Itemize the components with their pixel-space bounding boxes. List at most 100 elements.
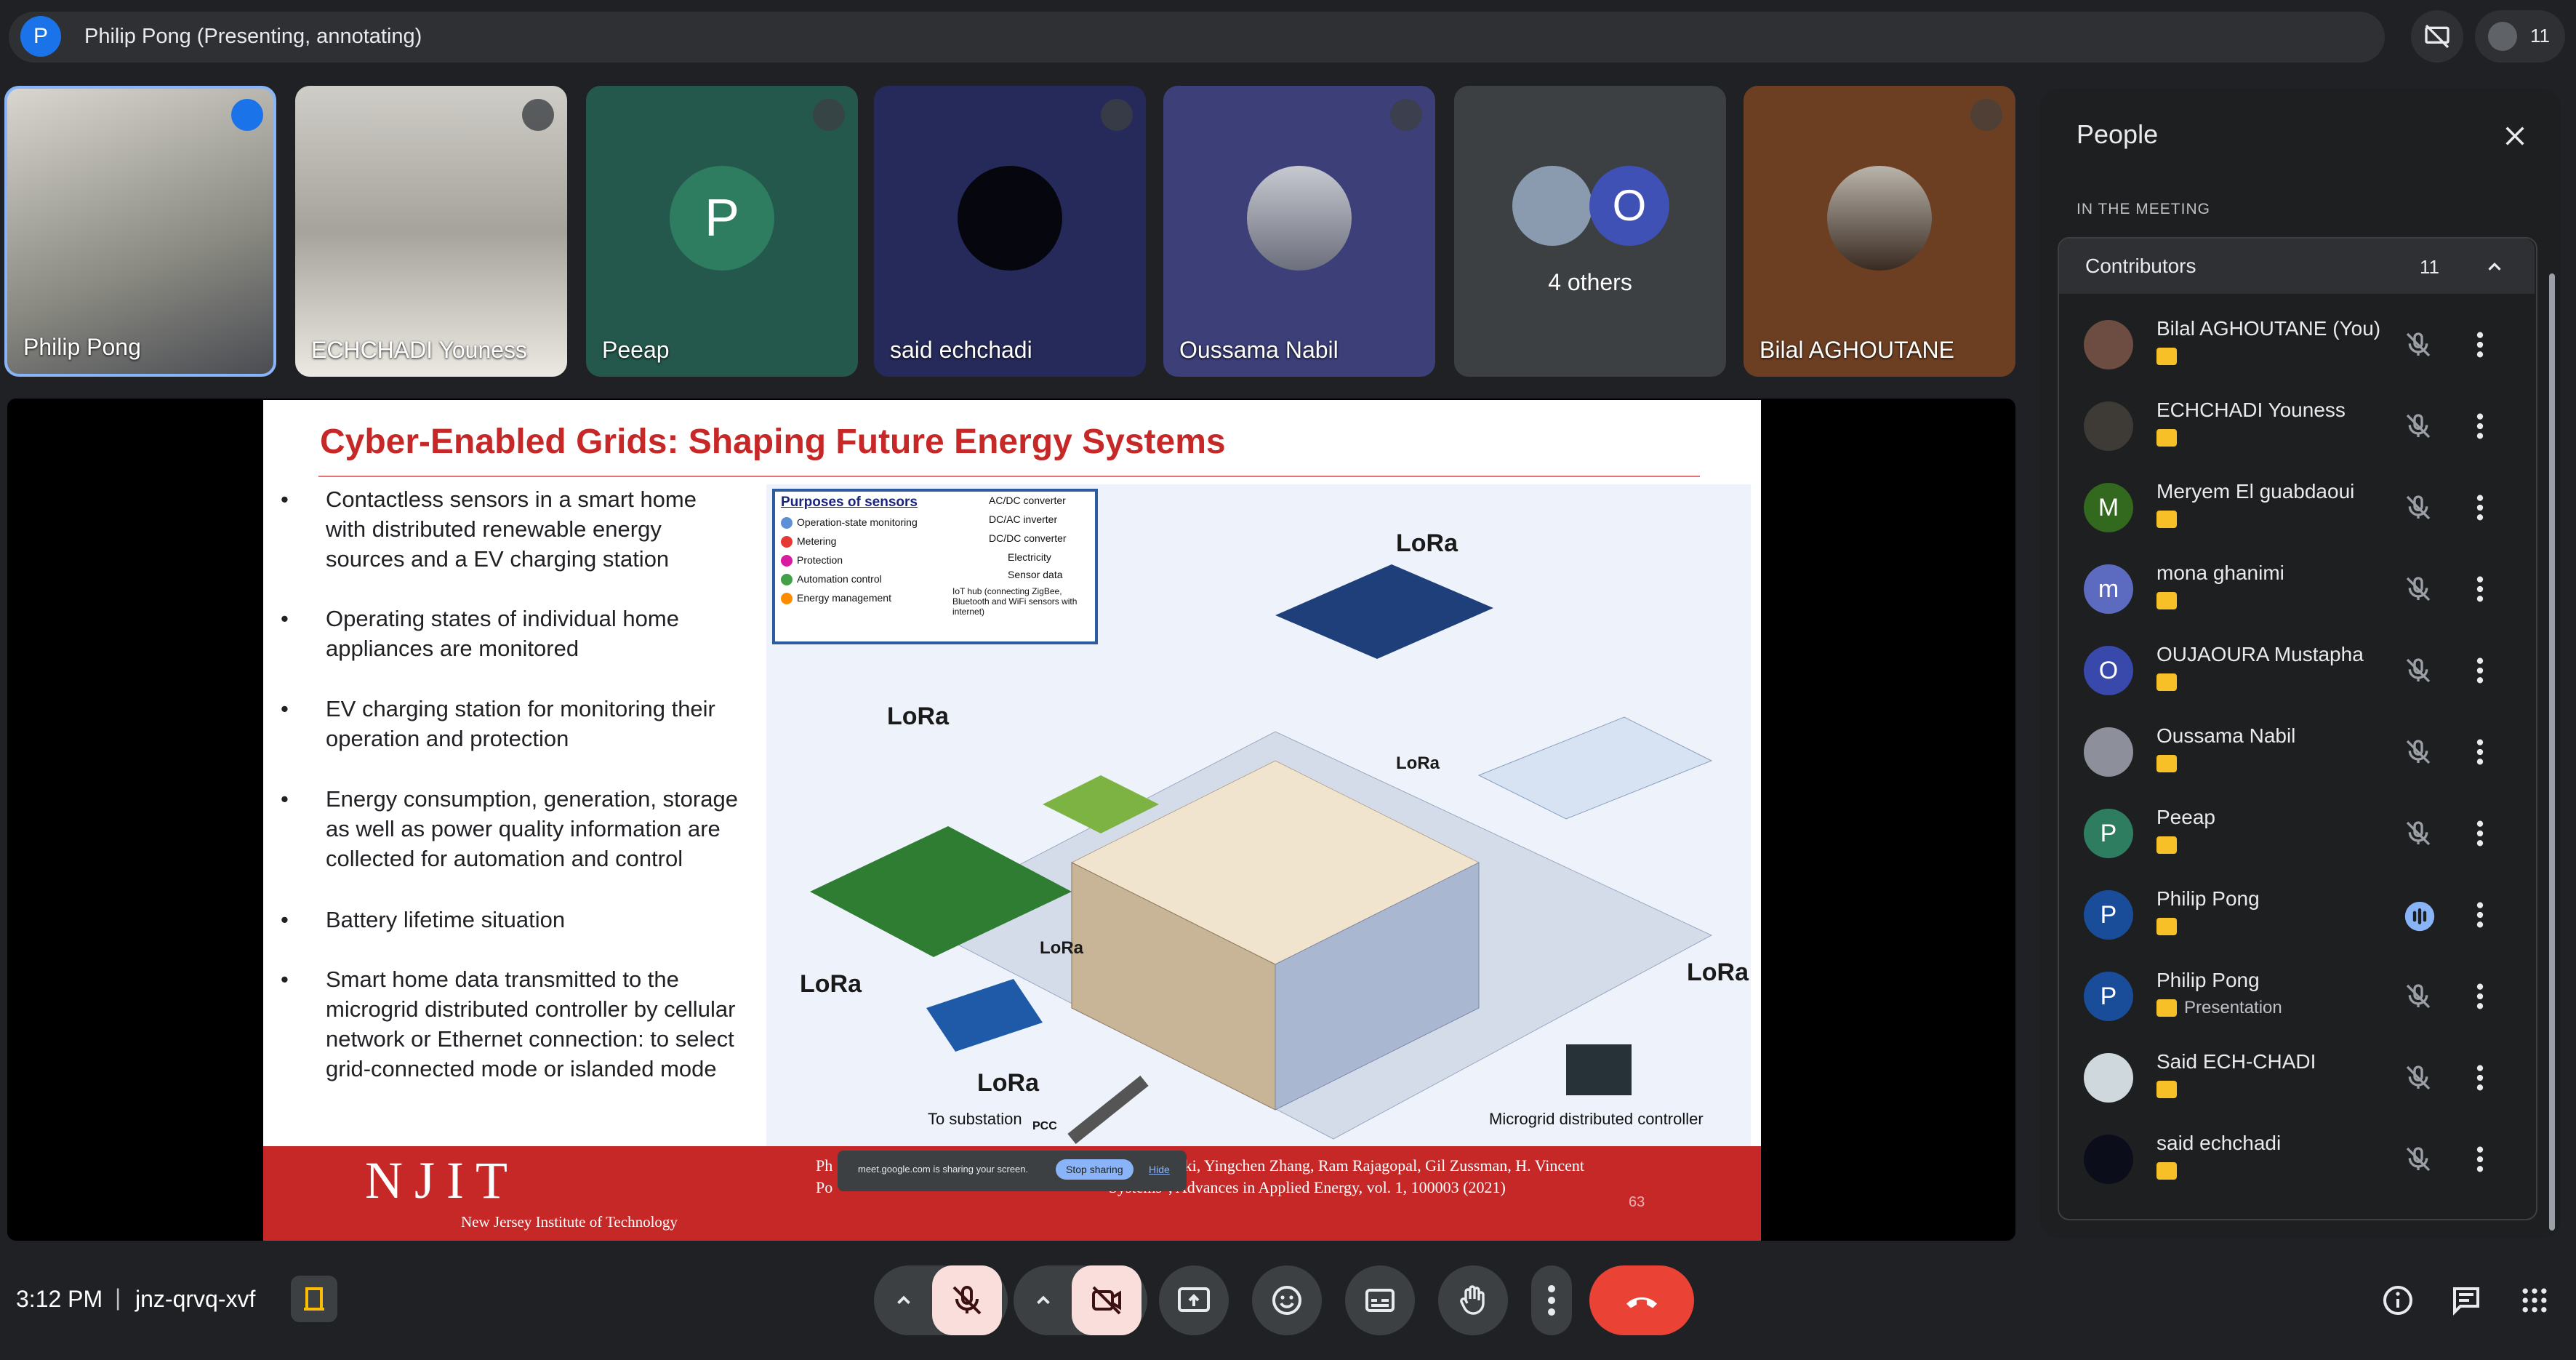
contributor-badge-icon bbox=[2156, 1162, 2177, 1180]
more-vert-icon bbox=[2476, 902, 2484, 928]
tile-echchadi-youness[interactable]: ECHCHADI Youness bbox=[295, 86, 567, 377]
slide-bullet: Smart home data transmitted to the micro… bbox=[281, 964, 739, 1084]
activities-button[interactable] bbox=[2511, 1277, 2558, 1324]
lora-label: LoRa bbox=[1396, 529, 1458, 557]
mic-off-icon[interactable] bbox=[2404, 982, 2433, 1015]
participant-more-button[interactable] bbox=[2476, 493, 2484, 526]
participant-more-button[interactable] bbox=[2476, 412, 2484, 444]
camera-toggle-button[interactable] bbox=[1072, 1265, 1141, 1335]
contributor-badge-icon bbox=[2156, 673, 2177, 691]
leave-call-button[interactable] bbox=[1589, 1265, 1694, 1335]
participant-row[interactable]: ECHCHADI Youness bbox=[2084, 391, 2520, 464]
meeting-details-button[interactable] bbox=[2375, 1277, 2421, 1324]
hide-button[interactable]: Hide bbox=[1149, 1164, 1170, 1175]
speaking-indicator-icon[interactable] bbox=[2404, 900, 2436, 936]
participants-count-button[interactable]: 11 bbox=[2475, 10, 2565, 63]
njit-logo: NJIT bbox=[365, 1151, 519, 1209]
tile-bilal-aghoutane[interactable]: Bilal AGHOUTANE bbox=[1744, 86, 2015, 377]
participant-more-button[interactable] bbox=[2476, 575, 2484, 607]
mic-off-icon[interactable] bbox=[2404, 575, 2433, 607]
page-number: 63 bbox=[1629, 1194, 1645, 1210]
participant-row[interactable]: Said ECH-CHADI bbox=[2084, 1043, 2520, 1116]
mic-off-icon[interactable] bbox=[2404, 737, 2433, 770]
mic-off-icon[interactable] bbox=[2404, 493, 2433, 526]
legend-item: Automation control bbox=[797, 573, 882, 585]
speaking-indicator-icon bbox=[231, 99, 263, 131]
participant-row[interactable]: O OUJAOURA Mustapha bbox=[2084, 636, 2520, 708]
mic-off-icon[interactable] bbox=[2404, 1063, 2433, 1096]
tile-said-echchadi[interactable]: said echchadi bbox=[874, 86, 1146, 377]
group-label: Contributors bbox=[2085, 255, 2196, 277]
tile-philip-pong[interactable]: Philip Pong bbox=[4, 86, 276, 377]
present-screen-button[interactable] bbox=[1159, 1265, 1229, 1335]
apps-grid-icon bbox=[2522, 1288, 2547, 1313]
divider: | bbox=[115, 1284, 121, 1311]
reactions-button[interactable] bbox=[1252, 1265, 1322, 1335]
mic-off-icon bbox=[952, 1286, 982, 1315]
legend-item: DC/AC inverter bbox=[989, 513, 1058, 525]
mic-off-icon bbox=[1390, 99, 1422, 131]
participant-name: Oussama Nabil bbox=[2156, 724, 2296, 747]
chat-icon bbox=[2453, 1287, 2479, 1316]
tile-name: ECHCHADI Youness bbox=[311, 337, 528, 363]
participant-more-button[interactable] bbox=[2476, 330, 2484, 363]
participant-name: Bilal AGHOUTANE (You) bbox=[2156, 317, 2381, 340]
participant-row[interactable]: m mona ghanimi bbox=[2084, 554, 2520, 627]
tile-name: Peeap bbox=[602, 337, 670, 363]
participant-row[interactable]: P Peeap bbox=[2084, 799, 2520, 871]
mic-off-icon[interactable] bbox=[2404, 1145, 2433, 1177]
more-vert-icon bbox=[2476, 820, 2484, 847]
mic-off-icon bbox=[1970, 99, 2002, 131]
panel-scrollbar[interactable] bbox=[2549, 273, 2555, 1231]
host-controls-button[interactable] bbox=[291, 1276, 337, 1322]
tile-oussama-nabil[interactable]: Oussama Nabil bbox=[1163, 86, 1435, 377]
tile-peeap[interactable]: P Peeap bbox=[586, 86, 858, 377]
avatar bbox=[2084, 401, 2133, 451]
presentation-layout-button[interactable] bbox=[2411, 10, 2463, 63]
tile-others[interactable]: O 4 others bbox=[1454, 86, 1726, 377]
chat-button[interactable] bbox=[2443, 1277, 2489, 1324]
participant-more-button[interactable] bbox=[2476, 737, 2484, 770]
participant-more-button[interactable] bbox=[2476, 1145, 2484, 1177]
lora-label: LoRa bbox=[1396, 753, 1440, 773]
raise-hand-button[interactable] bbox=[1438, 1265, 1508, 1335]
contributors-header[interactable]: Contributors 11 bbox=[2059, 239, 2535, 294]
more-options-button[interactable] bbox=[1531, 1265, 1572, 1335]
panel-title: People bbox=[2077, 119, 2159, 149]
emoji-icon bbox=[1272, 1286, 1301, 1315]
avatar bbox=[1247, 166, 1352, 271]
mic-off-icon[interactable] bbox=[2404, 656, 2433, 689]
participant-more-button[interactable] bbox=[2476, 900, 2484, 933]
participant-row[interactable]: Bilal AGHOUTANE (You) bbox=[2084, 310, 2520, 383]
participant-more-button[interactable] bbox=[2476, 656, 2484, 689]
participant-row[interactable]: M Meryem El guabdaoui bbox=[2084, 473, 2520, 545]
mic-off-icon[interactable] bbox=[2404, 412, 2433, 444]
contributor-badge-icon bbox=[2156, 1081, 2177, 1098]
participant-row[interactable]: said echchadi bbox=[2084, 1124, 2520, 1197]
participant-more-button[interactable] bbox=[2476, 819, 2484, 852]
avatar: P bbox=[2084, 809, 2133, 858]
more-vert-icon bbox=[1548, 1285, 1555, 1316]
legend-item: Protection bbox=[797, 554, 843, 566]
group-count: 11 bbox=[2420, 256, 2439, 278]
avatar: P bbox=[2084, 972, 2133, 1021]
participant-name: Meryem El guabdaoui bbox=[2156, 480, 2355, 503]
shared-slide: Cyber-Enabled Grids: Shaping Future Ener… bbox=[263, 400, 1761, 1241]
avatar bbox=[2084, 727, 2133, 777]
contributor-badge-icon bbox=[2156, 836, 2177, 854]
more-vert-icon bbox=[2476, 1146, 2484, 1172]
mic-off-icon[interactable] bbox=[2404, 819, 2433, 852]
participant-row[interactable]: Oussama Nabil bbox=[2084, 717, 2520, 790]
lora-label: LoRa bbox=[1687, 959, 1749, 986]
participant-row[interactable]: P Philip Pong bbox=[2084, 880, 2520, 953]
microphone-toggle-button[interactable] bbox=[932, 1265, 1002, 1335]
participant-more-button[interactable] bbox=[2476, 1063, 2484, 1096]
participant-more-button[interactable] bbox=[2476, 982, 2484, 1015]
more-vert-icon bbox=[2476, 1065, 2484, 1091]
substation-label: To substation bbox=[928, 1110, 1022, 1128]
close-panel-button[interactable] bbox=[2494, 115, 2536, 157]
captions-button[interactable] bbox=[1345, 1265, 1415, 1335]
mic-off-icon[interactable] bbox=[2404, 330, 2433, 363]
participant-row[interactable]: P Philip Pong Presentation bbox=[2084, 961, 2520, 1034]
stop-sharing-button[interactable]: Stop sharing bbox=[1056, 1159, 1133, 1180]
